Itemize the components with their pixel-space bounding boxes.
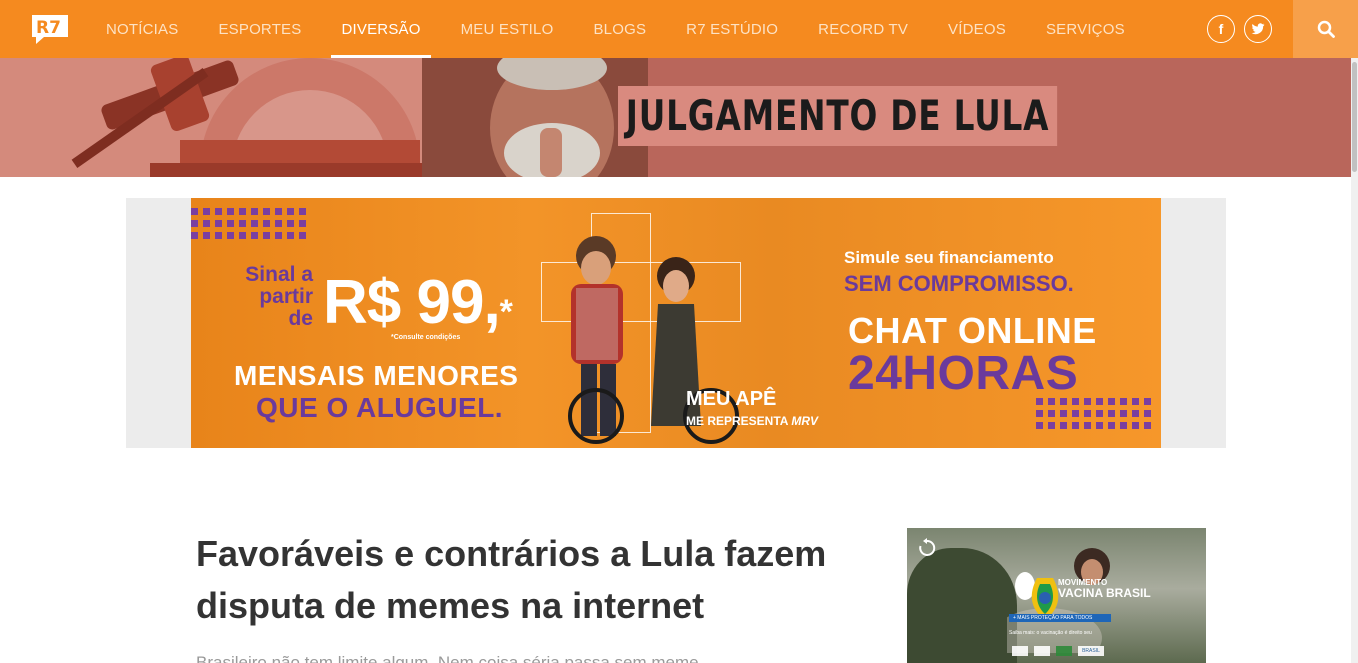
ad-simule-text: Simule seu financiamento bbox=[844, 248, 1054, 267]
scrollbar-thumb[interactable] bbox=[1352, 62, 1357, 172]
ad-24horas-text: 24HORAS bbox=[848, 347, 1079, 400]
ad-price-value: R$ 99, bbox=[323, 268, 501, 337]
sponsor-logo bbox=[1012, 646, 1028, 656]
main-nav: NOTÍCIAS ESPORTES DIVERSÃO MEU ESTILO BL… bbox=[96, 0, 1155, 58]
top-navigation-bar: R7 NOTÍCIAS ESPORTES DIVERSÃO MEU ESTILO… bbox=[0, 0, 1358, 58]
r7-logo[interactable]: R7 bbox=[30, 13, 70, 45]
nav-meu-estilo[interactable]: MEU ESTILO bbox=[451, 0, 564, 58]
nav-noticias[interactable]: NOTÍCIAS bbox=[96, 0, 188, 58]
ad-brand-tagline: ME REPRESENTA bbox=[686, 414, 789, 428]
facebook-glyph: f bbox=[1218, 21, 1224, 37]
ad-conditions-note: *Consulte condições bbox=[391, 334, 461, 341]
facebook-icon[interactable]: f bbox=[1207, 15, 1235, 43]
ad-price: R$ 99,* bbox=[323, 272, 513, 343]
gavel-illustration bbox=[0, 58, 425, 177]
video-band: + MAIS PROTEÇÃO PARA TODOS bbox=[1009, 614, 1111, 622]
sponsor-logo bbox=[1056, 646, 1072, 656]
ad-sem-compromisso-text: SEM COMPROMISSO. bbox=[844, 271, 1074, 296]
nav-blogs[interactable]: BLOGS bbox=[583, 0, 656, 58]
hero-title: JULGAMENTO DE LULA bbox=[618, 86, 1058, 146]
replay-icon[interactable] bbox=[917, 538, 937, 558]
vaccine-campaign-image bbox=[1007, 548, 1110, 653]
search-button[interactable] bbox=[1293, 0, 1358, 58]
sponsor-logo bbox=[1034, 646, 1050, 656]
video-small-text: Saiba mais: o vacinação é direito seu bbox=[1009, 630, 1092, 636]
nav-videos[interactable]: VÍDEOS bbox=[938, 0, 1016, 58]
video-tree-shape bbox=[907, 548, 1017, 663]
nav-r7-estudio[interactable]: R7 ESTÚDIO bbox=[676, 0, 788, 58]
twitter-bird-icon bbox=[1251, 23, 1265, 35]
ad-dot-pattern-top-left bbox=[191, 208, 306, 239]
video-sponsor-logos: BRASIL bbox=[1012, 646, 1104, 656]
logo-text: R7 bbox=[36, 18, 61, 38]
video-caption: MOVIMENTO VACINA BRASIL bbox=[1058, 578, 1151, 599]
nav-esportes[interactable]: ESPORTES bbox=[208, 0, 311, 58]
nav-record-tv[interactable]: RECORD TV bbox=[808, 0, 918, 58]
article-headline: Favoráveis e contrários a Lula fazem dis… bbox=[196, 533, 827, 626]
ad-dot-pattern-bottom-right bbox=[1036, 398, 1151, 429]
lula-photo bbox=[422, 58, 648, 177]
nav-servicos[interactable]: SERVIÇOS bbox=[1036, 0, 1135, 58]
ad-price-mark: * bbox=[499, 293, 513, 331]
ad-mensais-text: MENSAIS MENORES bbox=[234, 360, 519, 391]
ad-aluguel-text: QUE O ALUGUEL. bbox=[256, 392, 504, 423]
hero-banner[interactable]: JULGAMENTO DE LULA bbox=[0, 58, 1358, 177]
nav-diversao[interactable]: DIVERSÃO bbox=[331, 0, 431, 58]
twitter-icon[interactable] bbox=[1244, 15, 1272, 43]
ad-brand-headline: MEU APÊ bbox=[686, 388, 777, 410]
ad-sinal-text: Sinal a partir de bbox=[245, 263, 313, 330]
video-player[interactable]: MOVIMENTO VACINA BRASIL + MAIS PROTEÇÃO … bbox=[907, 528, 1206, 663]
search-icon bbox=[1317, 20, 1335, 38]
video-caption-title: VACINA BRASIL bbox=[1058, 586, 1151, 600]
mrv-logo: MRV bbox=[791, 414, 819, 428]
mrv-advertisement[interactable]: Sinal a partir de R$ 99,* *Consulte cond… bbox=[191, 198, 1161, 448]
sponsor-logo-brasil: BRASIL bbox=[1078, 646, 1104, 656]
ad-brand-subline: ME REPRESENTA MRV bbox=[686, 414, 818, 428]
article-lead: Brasileiro não tem limite algum. Nem coi… bbox=[196, 653, 699, 663]
